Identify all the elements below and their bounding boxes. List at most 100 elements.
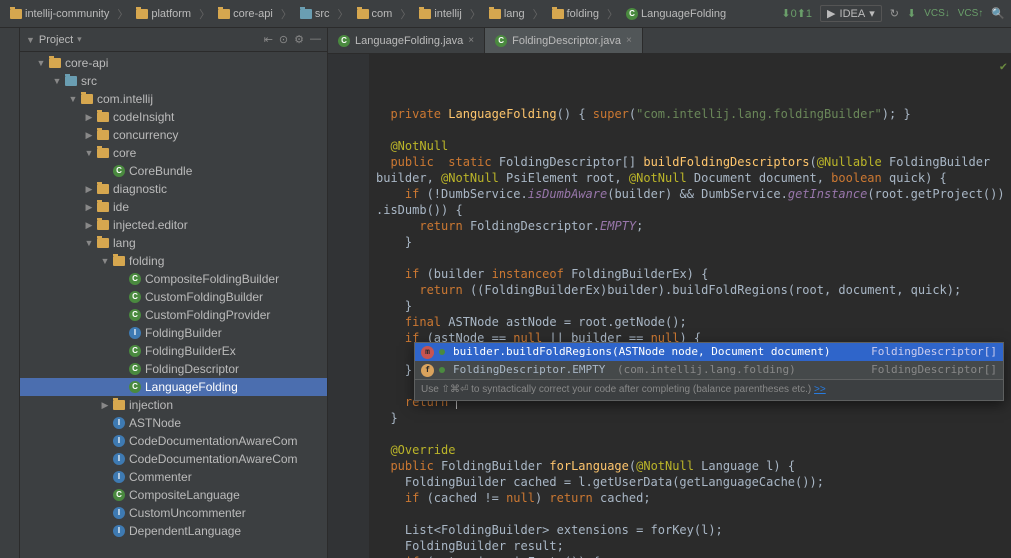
tree-label: CoreBundle [129, 164, 192, 178]
tree-item[interactable]: diagnostic [20, 180, 327, 198]
breadcrumb-item[interactable]: folding [548, 6, 603, 22]
breadcrumb-item[interactable]: src [296, 6, 334, 22]
run-indicator[interactable]: ⬇0⬆1 [781, 7, 812, 20]
breadcrumb-item[interactable]: intellij-community [6, 6, 113, 22]
tree-item[interactable]: injection [20, 396, 327, 414]
tree-arrow-icon[interactable] [84, 112, 94, 123]
tree-item[interactable]: C CoreBundle [20, 162, 327, 180]
tree-label: core-api [65, 56, 108, 70]
tree-label: CompositeLanguage [129, 488, 240, 502]
class-blue-icon: I [129, 327, 141, 339]
tree-label: com.intellij [97, 92, 153, 106]
run-config[interactable]: ▶ IDEA ▾ [820, 5, 882, 22]
tree-item[interactable]: core-api [20, 54, 327, 72]
tree-item[interactable]: ICodeDocumentationAwareCom [20, 450, 327, 468]
breadcrumb-item[interactable]: lang [485, 6, 529, 22]
hide-icon[interactable]: — [310, 33, 321, 46]
code-editor[interactable]: private LanguageFolding() { super("com.i… [370, 54, 1011, 558]
tree-arrow-icon[interactable] [36, 58, 46, 68]
tree-item[interactable]: ide [20, 198, 327, 216]
tip-link[interactable]: >> [814, 384, 826, 395]
class-icon: C [129, 381, 141, 393]
completion-popup[interactable]: mbuilder.buildFoldRegions(ASTNode node, … [414, 342, 1004, 401]
tree-item[interactable]: core [20, 144, 327, 162]
completion-kind-icon: m [421, 346, 434, 359]
tree-arrow-icon[interactable] [84, 184, 94, 195]
class-icon: C [338, 35, 350, 47]
tree-item[interactable]: src [20, 72, 327, 90]
tree-arrow-icon[interactable] [100, 400, 110, 411]
collapse-icon[interactable]: ⇤ [264, 33, 273, 46]
panel-title[interactable]: ▼ Project ▾ [26, 34, 264, 46]
tree-label: CodeDocumentationAwareCom [129, 452, 298, 466]
class-icon: C [129, 273, 141, 285]
vcs-commit-icon[interactable]: VCS↑ [958, 8, 984, 19]
tree-item[interactable]: CCompositeFoldingBuilder [20, 270, 327, 288]
editor-area: CLanguageFolding.java×CFoldingDescriptor… [328, 28, 1011, 558]
tree-item[interactable]: CCustomFoldingProvider [20, 306, 327, 324]
class-blue-icon: I [113, 417, 125, 429]
tree-arrow-icon[interactable] [52, 76, 62, 86]
completion-item[interactable]: fFoldingDescriptor.EMPTY (com.intellij.l… [415, 361, 1003, 379]
tree-label: codeInsight [113, 110, 174, 124]
tree-item[interactable]: IFoldingBuilder [20, 324, 327, 342]
folder-icon [97, 148, 109, 158]
completion-kind-icon: f [421, 364, 434, 377]
tree-item[interactable]: CCompositeLanguage [20, 486, 327, 504]
tree-label: CustomFoldingBuilder [145, 290, 263, 304]
breadcrumb-item[interactable]: platform [132, 6, 195, 22]
tree-label: FoldingDescriptor [145, 362, 239, 376]
close-icon[interactable]: × [468, 35, 474, 46]
sync-icon[interactable]: ↻ [890, 7, 899, 20]
tree-item[interactable]: CCustomFoldingBuilder [20, 288, 327, 306]
breadcrumb-item[interactable]: intellij [415, 6, 466, 22]
target-icon[interactable]: ⊙ [279, 33, 288, 46]
editor-gutter[interactable] [328, 54, 370, 558]
editor-tab[interactable]: CFoldingDescriptor.java× [485, 28, 643, 53]
tree-arrow-icon[interactable] [68, 94, 78, 104]
tree-item[interactable]: lang [20, 234, 327, 252]
tree-item[interactable]: concurrency [20, 126, 327, 144]
class-icon: C [129, 363, 141, 375]
project-tree[interactable]: core-api srccom.intellij codeInsight concur… [20, 52, 327, 558]
folder-icon [81, 94, 93, 104]
breadcrumb-item[interactable]: core-api [214, 6, 277, 22]
tree-item[interactable]: CFoldingBuilderEx [20, 342, 327, 360]
tree-arrow-icon[interactable] [84, 130, 94, 141]
tree-item[interactable]: C FoldingDescriptor [20, 360, 327, 378]
tree-item[interactable]: ICodeDocumentationAwareCom [20, 432, 327, 450]
tree-label: CodeDocumentationAwareCom [129, 434, 298, 448]
tree-item[interactable]: ICustomUncommenter [20, 504, 327, 522]
tree-item[interactable]: folding [20, 252, 327, 270]
tree-arrow-icon[interactable] [84, 238, 94, 248]
tree-arrow-icon[interactable] [84, 148, 94, 158]
tree-label: lang [113, 236, 136, 250]
tree-item[interactable]: com.intellij [20, 90, 327, 108]
class-icon: C [113, 165, 125, 177]
close-icon[interactable]: × [626, 35, 632, 46]
editor-tab[interactable]: CLanguageFolding.java× [328, 28, 485, 53]
completion-item[interactable]: mbuilder.buildFoldRegions(ASTNode node, … [415, 343, 1003, 361]
tree-item[interactable]: CLanguageFolding [20, 378, 327, 396]
tree-label: diagnostic [113, 182, 167, 196]
tree-item[interactable]: injected.editor [20, 216, 327, 234]
breadcrumb-item[interactable]: CLanguageFolding [622, 6, 730, 22]
tree-item[interactable]: ICommenter [20, 468, 327, 486]
settings-icon[interactable]: ⚙ [294, 33, 304, 46]
folder-icon [357, 9, 369, 19]
tree-item[interactable]: codeInsight [20, 108, 327, 126]
folder-icon [97, 202, 109, 212]
tree-item[interactable]: IASTNode [20, 414, 327, 432]
vcs-update-icon[interactable]: VCS↓ [924, 8, 950, 19]
tree-arrow-icon[interactable] [84, 202, 94, 213]
class-icon: C [626, 8, 638, 20]
tree-item[interactable]: IDependentLanguage [20, 522, 327, 540]
tree-label: DependentLanguage [129, 524, 241, 538]
tree-arrow-icon[interactable] [84, 220, 94, 231]
tree-label: src [81, 74, 97, 88]
breadcrumb-item[interactable]: com [353, 6, 397, 22]
build-icon[interactable]: ⬇ [907, 7, 916, 20]
tree-arrow-icon[interactable] [100, 256, 110, 266]
class-icon: C [495, 35, 507, 47]
search-icon[interactable]: 🔍 [991, 7, 1005, 20]
